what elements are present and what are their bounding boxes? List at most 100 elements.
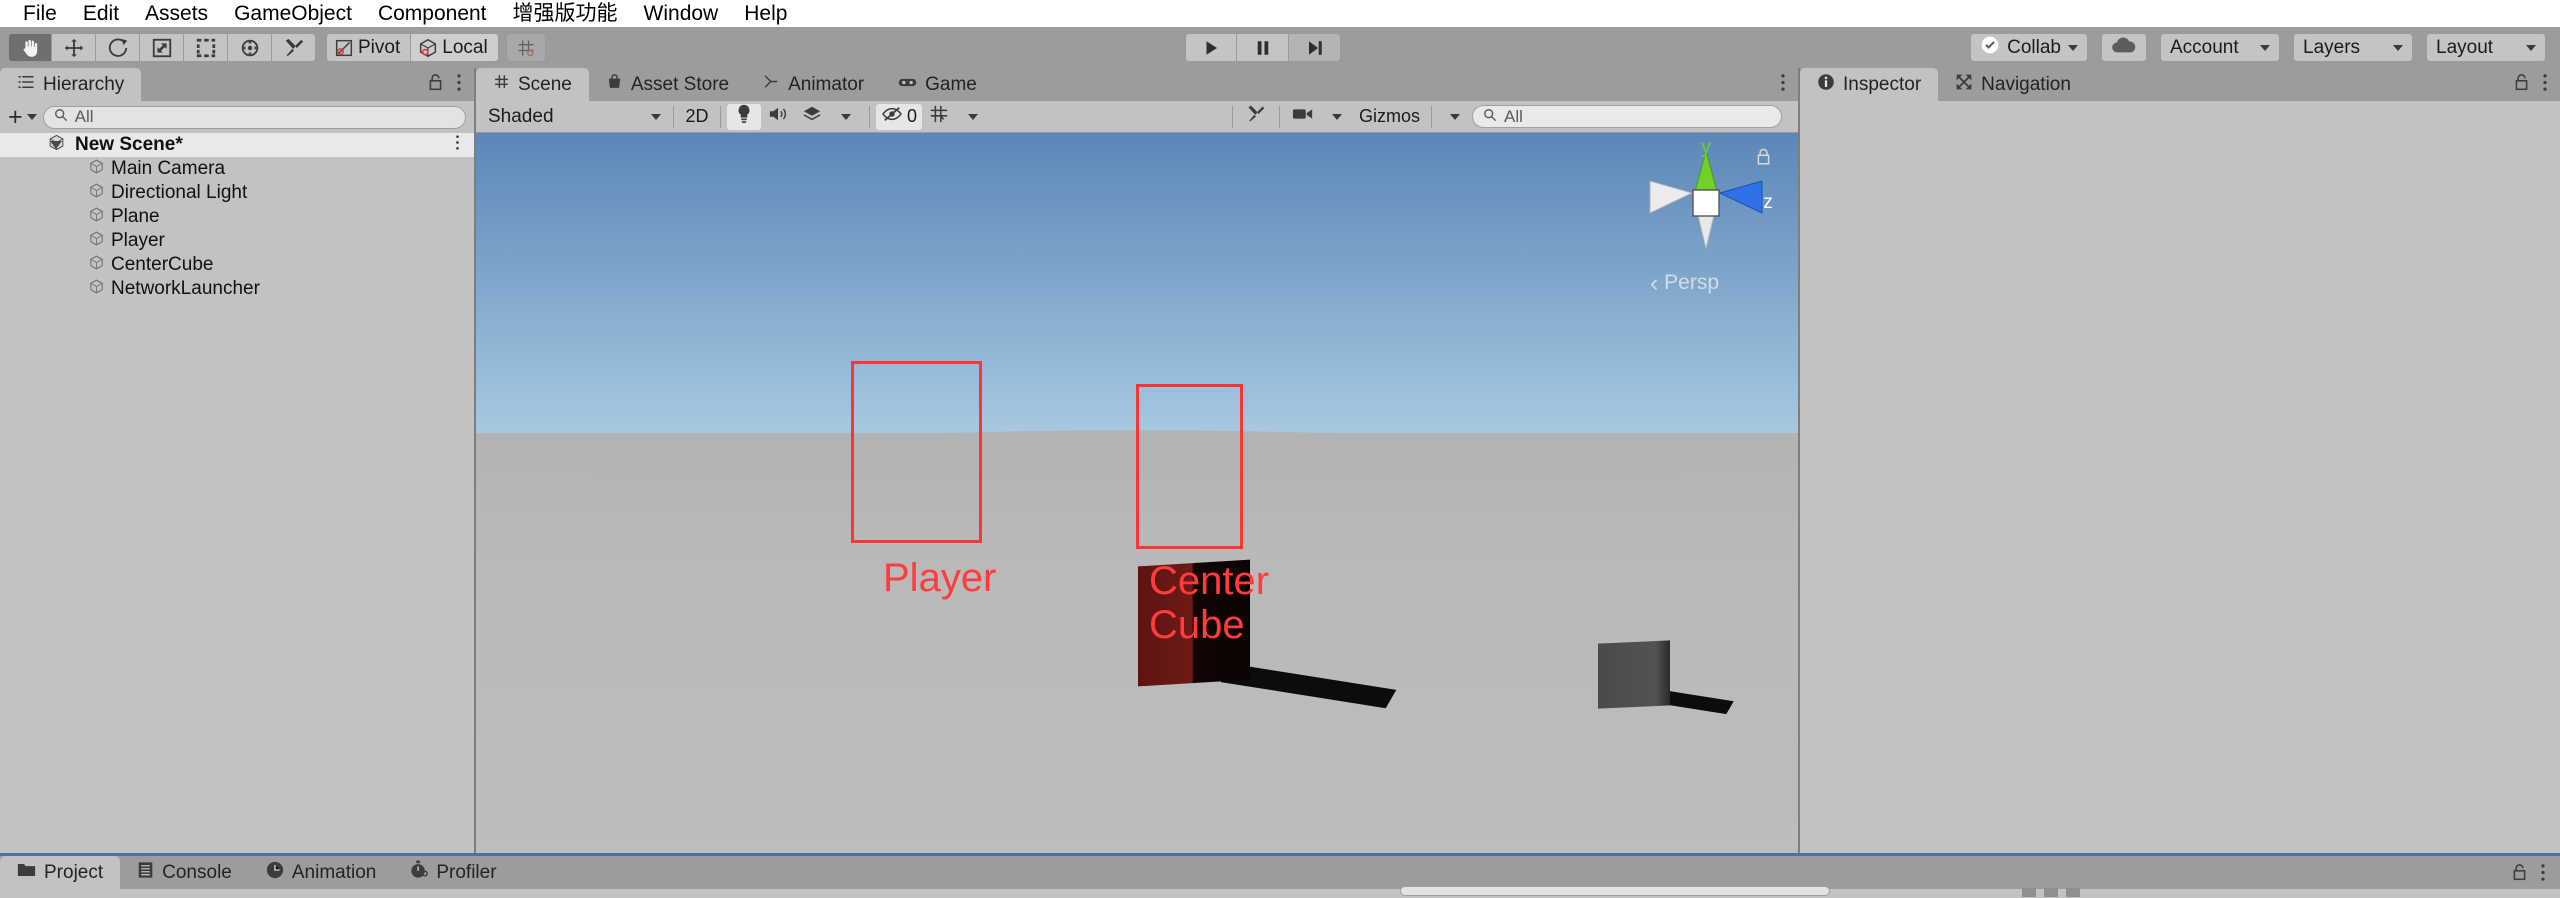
hand-tool-button[interactable] xyxy=(8,33,52,62)
console-icon xyxy=(137,861,154,885)
custom-tool-button[interactable] xyxy=(272,33,316,62)
tab-game-label: Game xyxy=(925,73,977,95)
scale-tool-button[interactable] xyxy=(140,33,184,62)
hierarchy-item-label: NetworkLauncher xyxy=(111,278,260,299)
pivot-toggle-button[interactable]: Pivot xyxy=(326,33,411,62)
toggle-2d-button[interactable]: 2D xyxy=(680,104,714,130)
scene-viewport[interactable]: Player Center Cube y z ‹ Persp xyxy=(476,133,1798,853)
tab-animation[interactable]: Animation xyxy=(249,856,394,889)
project-slider-icon[interactable] xyxy=(2066,888,2080,897)
scene-search-input[interactable]: All xyxy=(1472,105,1782,128)
tabrow-spacer xyxy=(994,68,1780,101)
divider xyxy=(869,105,870,128)
project-panel-body xyxy=(0,889,2560,898)
chevron-down-icon xyxy=(2393,44,2403,51)
panel-menu-icon[interactable] xyxy=(2540,863,2546,887)
inspector-tab-icons xyxy=(2513,68,2560,101)
account-dropdown[interactable]: Account xyxy=(2160,33,2280,62)
menu-item-edit[interactable]: Edit xyxy=(70,0,132,27)
tab-project[interactable]: Project xyxy=(0,856,121,889)
transform-tools-group xyxy=(8,33,316,62)
center-cube-object[interactable] xyxy=(1598,640,1670,709)
gameobject-icon xyxy=(88,182,105,205)
menu-item-window[interactable]: Window xyxy=(631,0,732,27)
local-toggle-button[interactable]: Local xyxy=(410,33,499,62)
move-tool-button[interactable] xyxy=(52,33,96,62)
gizmo-lock-icon[interactable] xyxy=(1755,147,1772,172)
scene-camera-button[interactable] xyxy=(1286,104,1320,130)
tab-profiler[interactable]: Profiler xyxy=(393,856,513,889)
tab-inspector[interactable]: Inspector xyxy=(1800,68,1939,101)
hierarchy-tree: New Scene* Main Camera Directional Light xyxy=(0,133,474,853)
player-cube-object[interactable] xyxy=(1138,559,1250,687)
menu-item-enhanced[interactable]: 增强版功能 xyxy=(500,0,631,27)
tab-animator[interactable]: Animator xyxy=(746,68,881,101)
tab-game[interactable]: Game xyxy=(881,68,994,101)
layout-label: Layout xyxy=(2436,36,2494,58)
rotate-tool-button[interactable] xyxy=(96,33,140,62)
scene-hidden-objects-button[interactable]: 0 xyxy=(876,103,923,130)
transform-tool-button[interactable] xyxy=(228,33,272,62)
hierarchy-item-directional-light[interactable]: Directional Light xyxy=(0,181,474,205)
grid-snap-button[interactable] xyxy=(505,33,546,62)
menu-item-gameobject[interactable]: GameObject xyxy=(221,0,365,27)
project-search-input[interactable] xyxy=(1400,886,1830,896)
pause-button[interactable] xyxy=(1237,33,1289,62)
scene-grid-button[interactable] xyxy=(922,104,956,130)
tab-navigation-label: Navigation xyxy=(1981,73,2071,95)
hierarchy-search-input[interactable]: All xyxy=(42,105,466,129)
gizmo-projection-label[interactable]: ‹ Persp xyxy=(1650,269,1719,298)
panel-menu-icon[interactable] xyxy=(1780,73,1786,97)
panel-menu-icon[interactable] xyxy=(456,73,462,97)
scene-menu-icon[interactable] xyxy=(455,134,460,156)
rect-tool-button[interactable] xyxy=(184,33,228,62)
lock-icon[interactable] xyxy=(2511,863,2528,887)
tab-navigation[interactable]: Navigation xyxy=(1938,68,2088,101)
scene-fx-button[interactable] xyxy=(795,104,829,130)
menu-item-assets[interactable]: Assets xyxy=(132,0,221,27)
menu-item-file[interactable]: File xyxy=(10,0,70,27)
project-grid-view-icon[interactable] xyxy=(2044,888,2058,897)
create-object-button[interactable]: + xyxy=(8,104,37,130)
hierarchy-item-centercube[interactable]: CenterCube xyxy=(0,253,474,277)
gizmos-dropdown[interactable] xyxy=(1438,104,1472,130)
tab-asset-store-label: Asset Store xyxy=(630,73,730,95)
gizmos-button[interactable]: Gizmos xyxy=(1354,104,1425,130)
menu-item-component[interactable]: Component xyxy=(365,0,500,27)
shading-mode-label: Shaded xyxy=(488,105,554,127)
layout-dropdown[interactable]: Layout xyxy=(2426,33,2546,62)
chevron-down-icon[interactable] xyxy=(50,141,62,149)
hierarchy-scene-row[interactable]: New Scene* xyxy=(0,133,474,157)
cloud-button[interactable] xyxy=(2101,33,2147,62)
lock-icon[interactable] xyxy=(427,73,444,97)
scene-tools-button[interactable] xyxy=(1239,104,1273,130)
tab-scene[interactable]: Scene xyxy=(476,68,589,101)
scene-fx-dropdown[interactable] xyxy=(829,104,863,130)
hierarchy-item-main-camera[interactable]: Main Camera xyxy=(0,157,474,181)
shading-mode-dropdown[interactable]: Shaded xyxy=(482,104,667,129)
layers-label: Layers xyxy=(2303,36,2361,58)
panel-menu-icon[interactable] xyxy=(2542,73,2548,97)
scene-tab-icons xyxy=(1780,68,1798,101)
layers-dropdown[interactable]: Layers xyxy=(2293,33,2413,62)
lock-icon[interactable] xyxy=(2513,73,2530,97)
tab-hierarchy[interactable]: Hierarchy xyxy=(0,68,142,101)
chevron-down-icon xyxy=(1331,113,1342,120)
hierarchy-item-networklauncher[interactable]: NetworkLauncher xyxy=(0,277,474,301)
step-button[interactable] xyxy=(1289,33,1341,62)
chevron-down-icon xyxy=(2068,44,2078,51)
scene-lighting-button[interactable] xyxy=(727,103,761,130)
scene-camera-dropdown[interactable] xyxy=(1320,104,1354,130)
hierarchy-item-plane[interactable]: Plane xyxy=(0,205,474,229)
scene-audio-button[interactable] xyxy=(761,104,795,130)
project-list-view-icon[interactable] xyxy=(2022,888,2036,897)
hierarchy-item-player[interactable]: Player xyxy=(0,229,474,253)
scene-orientation-gizmo[interactable]: y z ‹ Persp xyxy=(1636,137,1776,311)
tab-console[interactable]: Console xyxy=(120,856,249,889)
horizon-curve xyxy=(476,403,1798,473)
menu-item-help[interactable]: Help xyxy=(731,0,800,27)
play-button[interactable] xyxy=(1185,33,1237,62)
scene-grid-dropdown[interactable] xyxy=(956,104,990,130)
collab-button[interactable]: Collab xyxy=(1970,33,2088,62)
tab-asset-store[interactable]: Asset Store xyxy=(589,68,746,101)
